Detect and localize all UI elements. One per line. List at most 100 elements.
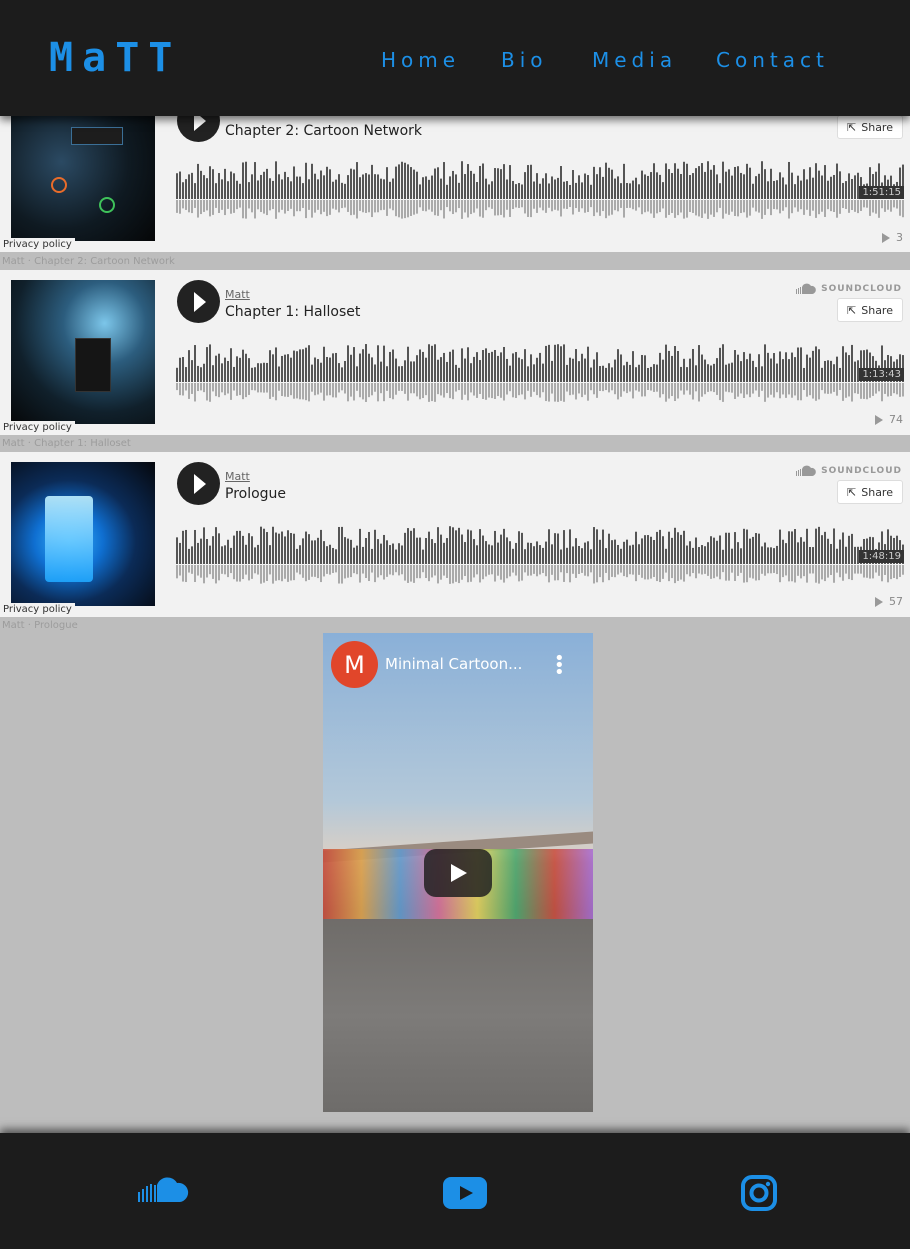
waveform-reflection-bar [344,565,346,579]
waveform-bar [572,358,574,382]
youtube-icon[interactable] [443,1177,487,1209]
waveform-reflection-bar [281,200,283,210]
waveform-reflection-bar [263,565,265,583]
waveform-reflection-bar [473,200,475,213]
waveform-bar [683,161,685,199]
privacy-policy-link[interactable]: Privacy policy [0,421,75,434]
track-fallback-link[interactable]: Matt · Prologue [2,620,78,631]
waveform-bar [425,538,427,564]
instagram-icon[interactable] [741,1175,777,1211]
play-count-icon [875,414,883,425]
waveform-reflection-bar [785,383,787,398]
track-fallback-link[interactable]: Matt · Chapter 2: Cartoon Network [2,256,175,267]
waveform-bar [647,367,649,382]
waveform-reflection-bar [692,383,694,400]
waveform-bar [623,163,625,199]
play-button[interactable] [177,280,220,323]
waveform-bar [746,163,748,199]
waveform-bar [776,545,778,564]
play-button[interactable] [177,462,220,505]
waveform-reflection-bar [620,383,622,397]
waveform-bar [320,529,322,564]
waveform-bar [254,367,256,382]
waveform-bar [533,364,535,382]
soundcloud-brand[interactable]: SOUNDCLOUD [795,283,902,295]
waveform-reflection-bar [653,200,655,218]
waveform-bar [530,542,532,564]
waveform-reflection-bar [803,565,805,577]
waveform-bar [596,174,598,199]
nav-home[interactable]: Home [381,48,460,72]
soundcloud-brand[interactable]: SOUNDCLOUD [795,465,902,477]
waveform-reflection-bar [212,383,214,392]
more-options-icon[interactable]: • • • [554,650,565,682]
waveform-reflection-bar [776,565,778,575]
waveform-bar [554,179,556,199]
waveform-bar [590,184,592,199]
share-button[interactable]: ⇱ Share [837,480,903,504]
waveform-bar [539,183,541,199]
track-title[interactable]: Chapter 1: Halloset [225,304,360,320]
waveform-reflection-bar [308,565,310,580]
track-title[interactable]: Prologue [225,486,286,502]
waveform-reflection-bar [665,565,667,573]
track-fallback-link[interactable]: Matt · Chapter 1: Halloset [2,438,131,449]
track-artwork[interactable] [11,280,155,424]
waveform-reflection-bar [731,565,733,573]
privacy-policy-link[interactable]: Privacy policy [0,238,75,251]
youtube-video-embed[interactable]: M Minimal Cartoon... • • • [323,633,593,1112]
nav-bio[interactable]: Bio [501,48,548,72]
waveform-bar [719,347,721,382]
waveform-reflection-bar [902,200,904,218]
nav-contact[interactable]: Contact [716,48,829,72]
site-logo[interactable]: M a T T [49,38,178,78]
waveform-reflection-bar [413,200,415,215]
privacy-policy-link[interactable]: Privacy policy [0,603,75,616]
track-waveform[interactable] [176,520,904,584]
soundcloud-icon[interactable] [137,1177,189,1203]
waveform-reflection-bar [227,383,229,394]
waveform-reflection-bar [890,200,892,212]
track-artwork[interactable] [11,97,155,241]
waveform-reflection-bar [677,565,679,581]
share-button[interactable]: ⇱ Share [837,298,903,322]
track-title[interactable]: Chapter 2: Cartoon Network [225,123,422,139]
waveform-reflection-bar [668,565,670,582]
channel-avatar[interactable]: M [331,641,378,688]
waveform-reflection-bar [194,383,196,402]
track-artist[interactable]: Matt [225,470,250,483]
track-waveform[interactable] [176,338,904,402]
waveform-reflection-bar [548,200,550,208]
video-title[interactable]: Minimal Cartoon... [385,655,522,673]
waveform-reflection-bar [326,565,328,574]
waveform-reflection-bar [233,200,235,213]
waveform-reflection-bar [209,200,211,217]
waveform-reflection-bar [242,383,244,400]
waveform-bar [221,179,223,199]
waveform-reflection-bar [893,200,895,208]
waveform-reflection-bar [203,565,205,584]
waveform-reflection-bar [191,383,193,394]
waveform-bar [593,527,595,564]
waveform-reflection-bar [533,565,535,574]
track-artwork[interactable] [11,462,155,606]
waveform-reflection-bar [563,200,565,209]
waveform-reflection-bar [863,383,865,399]
waveform-reflection-bar [791,200,793,214]
track-waveform[interactable] [176,155,904,219]
waveform-bar [677,168,679,199]
waveform-reflection-bar [338,383,340,393]
waveform-reflection-bar [335,565,337,573]
nav-media[interactable]: Media [592,48,677,72]
share-button[interactable]: ⇱ Share [837,115,903,139]
video-play-button[interactable] [424,849,492,897]
waveform-bar [200,538,202,564]
waveform-bar [722,549,724,564]
waveform-bar [302,349,304,382]
waveform-reflection-bar [362,383,364,400]
waveform-reflection-bar [266,565,268,581]
track-artist[interactable]: Matt [225,288,250,301]
waveform-bar [284,171,286,199]
waveform-bar [539,545,541,564]
waveform-reflection-bar [527,383,529,391]
